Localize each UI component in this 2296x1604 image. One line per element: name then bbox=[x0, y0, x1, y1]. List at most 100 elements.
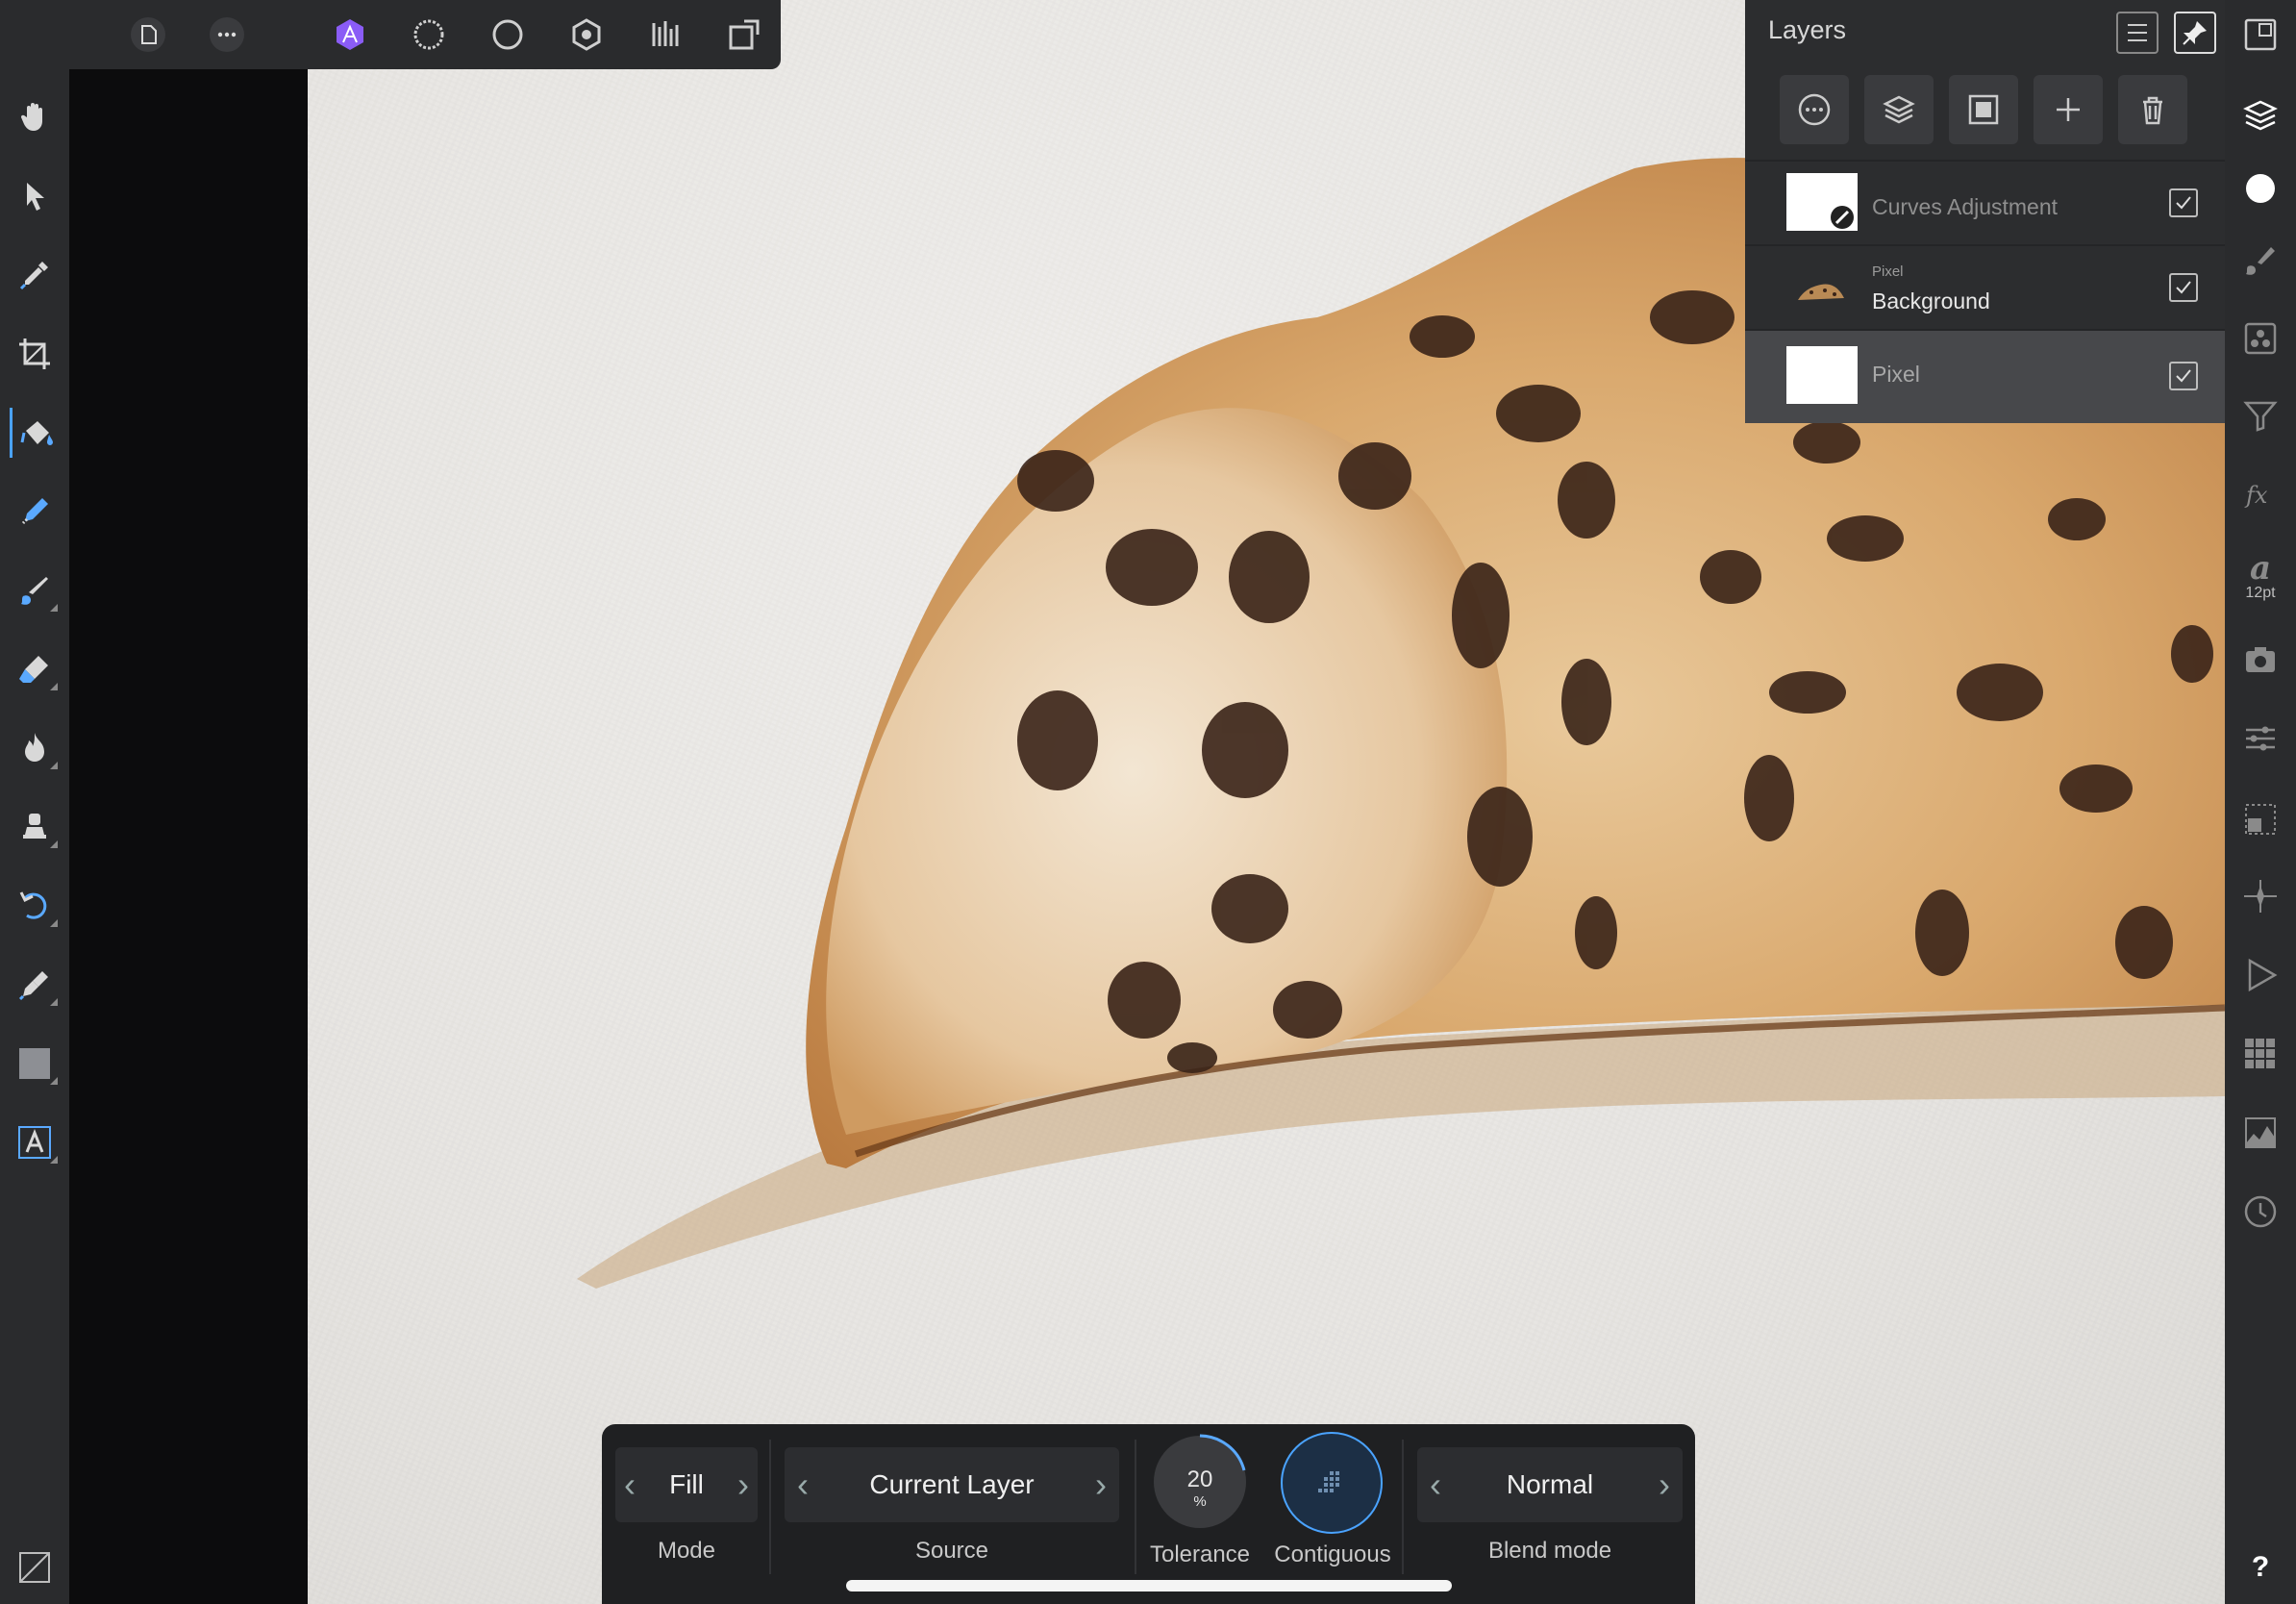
erase-brush-tool-icon[interactable] bbox=[10, 644, 60, 694]
chevron-left-icon[interactable]: ‹ bbox=[1421, 1447, 1450, 1522]
layer-options-icon bbox=[1798, 93, 1831, 126]
studio-toolbar: fx a 12pt ? bbox=[2225, 0, 2296, 1604]
chevron-right-icon[interactable]: › bbox=[1650, 1447, 1679, 1522]
chevron-right-icon[interactable]: › bbox=[1086, 1447, 1115, 1522]
layer-thumbnail bbox=[1786, 346, 1858, 404]
crop-tool-icon[interactable] bbox=[10, 329, 60, 379]
history-studio-icon[interactable] bbox=[2235, 1187, 2285, 1237]
tolerance-label: Tolerance bbox=[1149, 1541, 1251, 1567]
layer-stack-button[interactable] bbox=[1864, 75, 1934, 144]
layers-panel: Layers Curves Adjustment Pixel Backgroun… bbox=[1745, 0, 2225, 423]
svg-text:a: a bbox=[2250, 549, 2271, 585]
mode-value: Fill bbox=[669, 1469, 704, 1499]
trash-icon bbox=[2143, 96, 2162, 125]
document-icon[interactable] bbox=[123, 10, 173, 60]
chevron-left-icon[interactable]: ‹ bbox=[788, 1447, 817, 1522]
layer-options-button[interactable] bbox=[1780, 75, 1849, 144]
navigator-studio-icon[interactable] bbox=[2235, 10, 2285, 60]
plus-icon bbox=[2057, 98, 2080, 121]
layer-row[interactable]: Pixel Background bbox=[1745, 244, 2225, 329]
tone-mapping-persona-icon[interactable] bbox=[562, 10, 611, 60]
mask-icon bbox=[1968, 94, 1999, 125]
blend-mode-selector[interactable]: ‹ Normal › bbox=[1417, 1447, 1683, 1522]
selection-brush-tool-icon[interactable] bbox=[10, 487, 60, 537]
artistic-text-tool-icon[interactable] bbox=[10, 1117, 60, 1167]
export-persona-icon[interactable] bbox=[719, 10, 769, 60]
text-studio-icon: a bbox=[2250, 549, 2271, 585]
histogram-studio-icon[interactable] bbox=[2235, 1108, 2285, 1158]
color-studio-icon[interactable] bbox=[2235, 163, 2285, 213]
burn-brush-tool-icon[interactable] bbox=[10, 723, 60, 773]
home-indicator[interactable] bbox=[846, 1580, 1452, 1591]
layer-visibility-checkbox[interactable] bbox=[2169, 362, 2198, 390]
source-value: Current Layer bbox=[869, 1469, 1035, 1499]
text-studio[interactable]: a 12pt bbox=[2235, 540, 2285, 610]
layer-row[interactable]: Curves Adjustment bbox=[1745, 160, 2225, 244]
brushes-studio-icon[interactable] bbox=[2235, 237, 2285, 287]
contiguous-label: Contiguous bbox=[1274, 1541, 1391, 1567]
chevron-left-icon[interactable]: ‹ bbox=[615, 1447, 644, 1522]
mode-selector[interactable]: ‹ Fill › bbox=[615, 1447, 758, 1522]
source-label: Source bbox=[914, 1538, 989, 1564]
mask-button[interactable] bbox=[1949, 75, 2018, 144]
blend-mode-value: Normal bbox=[1506, 1469, 1594, 1499]
swatches-studio-icon[interactable] bbox=[2235, 1029, 2285, 1079]
channels-studio-icon[interactable] bbox=[2235, 313, 2285, 363]
delete-layer-button[interactable] bbox=[2118, 75, 2187, 144]
canvas-margin bbox=[69, 69, 308, 1604]
quick-menu-icon[interactable] bbox=[10, 1542, 60, 1592]
color-picker-tool-icon[interactable] bbox=[10, 250, 60, 300]
layers-studio-icon[interactable] bbox=[2235, 90, 2285, 140]
svg-text:fx: fx bbox=[2244, 482, 2268, 509]
transform-studio-icon[interactable] bbox=[2235, 794, 2285, 844]
macro-studio-icon[interactable] bbox=[2235, 950, 2285, 1000]
layer-row-selected[interactable]: Pixel bbox=[1745, 329, 2225, 423]
pin-panel-icon[interactable] bbox=[2174, 12, 2216, 54]
source-selector[interactable]: ‹ Current Layer › bbox=[785, 1447, 1119, 1522]
effects-studio-icon[interactable]: fx bbox=[2235, 469, 2285, 519]
layer-name: Background bbox=[1872, 288, 1990, 313]
move-tool-icon[interactable] bbox=[10, 171, 60, 221]
add-layer-button[interactable] bbox=[2034, 75, 2103, 144]
snapping-studio-icon[interactable] bbox=[2235, 871, 2285, 921]
mode-label: Mode bbox=[657, 1538, 716, 1564]
view-tool-icon[interactable] bbox=[10, 90, 60, 140]
layer-name: Curves Adjustment bbox=[1872, 194, 2059, 219]
adjustments-studio-icon[interactable] bbox=[2235, 390, 2285, 440]
panel-menu-icon[interactable] bbox=[2116, 12, 2159, 54]
layers-panel-title: Layers bbox=[1768, 15, 1847, 44]
flood-fill-tool-icon[interactable] bbox=[10, 408, 62, 458]
rectangle-tool-icon[interactable] bbox=[10, 1039, 60, 1089]
tolerance-unit: % bbox=[1193, 1493, 1207, 1510]
tolerance-value: 20 bbox=[1186, 1466, 1213, 1492]
blend-mode-label: Blend mode bbox=[1487, 1538, 1612, 1564]
chevron-right-icon[interactable]: › bbox=[729, 1447, 758, 1522]
undo-brush-tool-icon[interactable] bbox=[10, 881, 60, 931]
clone-brush-tool-icon[interactable] bbox=[10, 802, 60, 852]
layer-kind-label: Pixel bbox=[1872, 263, 1904, 280]
layer-stack-icon bbox=[1883, 95, 1915, 124]
top-toolbar bbox=[0, 0, 781, 69]
develop-persona-icon[interactable] bbox=[483, 10, 533, 60]
adjust-studio-icon[interactable] bbox=[2235, 714, 2285, 764]
pen-tool-icon[interactable] bbox=[10, 960, 60, 1010]
liquify-persona-icon[interactable] bbox=[404, 10, 454, 60]
divider bbox=[1402, 1440, 1404, 1574]
levels-icon[interactable] bbox=[640, 10, 690, 60]
tolerance-dial[interactable]: 20 % bbox=[1152, 1434, 1248, 1530]
help-button[interactable]: ? bbox=[2235, 1542, 2285, 1592]
stock-studio-icon[interactable] bbox=[2235, 635, 2285, 685]
layer-name: Pixel bbox=[1872, 362, 1920, 387]
text-size-label: 12pt bbox=[2245, 585, 2276, 601]
layer-visibility-checkbox[interactable] bbox=[2169, 188, 2198, 217]
context-toolbar: ‹ Fill › Mode ‹ Current Layer › Source 2… bbox=[602, 1424, 1695, 1604]
layer-visibility-checkbox[interactable] bbox=[2169, 273, 2198, 302]
layer-thumbnail bbox=[1786, 258, 1858, 315]
more-icon[interactable] bbox=[202, 10, 252, 60]
photo-persona-icon[interactable] bbox=[325, 10, 375, 60]
paint-brush-tool-icon[interactable] bbox=[10, 565, 60, 615]
contiguous-icon bbox=[1318, 1471, 1339, 1492]
layer-thumbnail bbox=[1786, 173, 1858, 231]
contiguous-toggle[interactable] bbox=[1281, 1432, 1383, 1534]
divider bbox=[769, 1440, 771, 1574]
